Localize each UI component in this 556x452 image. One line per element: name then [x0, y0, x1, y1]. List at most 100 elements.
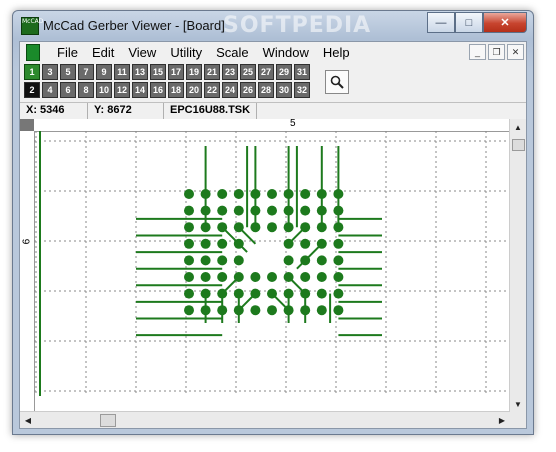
mdi-close-button[interactable]: ✕	[507, 44, 524, 60]
menu-help[interactable]: Help	[316, 45, 357, 60]
pcb-pad	[300, 305, 311, 316]
menu-items: File Edit View Utility Scale Window Help	[50, 45, 357, 60]
pcb-pad	[333, 238, 344, 249]
layer-button-11[interactable]: 11	[114, 64, 130, 80]
layer-button-14[interactable]: 14	[132, 82, 148, 98]
layer-button-29[interactable]: 29	[276, 64, 292, 80]
layer-button-2[interactable]: 2	[24, 82, 40, 98]
layer-button-28[interactable]: 28	[258, 82, 274, 98]
layer-button-4[interactable]: 4	[42, 82, 58, 98]
layer-button-5[interactable]: 5	[60, 64, 76, 80]
pcb-pad	[233, 222, 244, 233]
layer-buttons: 1 3 5 7 9 11 13 15 17 19 21 23 25 27 29 31 2 4 6 8 10 12 14 16 1…	[24, 64, 310, 98]
pcb-pad	[217, 255, 228, 266]
layer-button-6[interactable]: 6	[60, 82, 76, 98]
horizontal-scroll-thumb[interactable]	[100, 414, 116, 427]
layer-button-3[interactable]: 3	[42, 64, 58, 80]
layer-button-31[interactable]: 31	[294, 64, 310, 80]
layer-button-26[interactable]: 26	[240, 82, 256, 98]
trace	[296, 243, 323, 270]
caption-buttons: — □ ✕	[427, 12, 527, 33]
menu-scale[interactable]: Scale	[209, 45, 256, 60]
menu-utility[interactable]: Utility	[163, 45, 209, 60]
layer-button-10[interactable]: 10	[96, 82, 112, 98]
pcb-pad	[200, 288, 211, 299]
layer-button-22[interactable]: 22	[204, 82, 220, 98]
maximize-button[interactable]: □	[455, 12, 483, 33]
size-grip	[510, 412, 526, 428]
pcb-pad	[233, 255, 244, 266]
mdi-restore-button[interactable]: ❐	[488, 44, 505, 60]
pcb-pad	[333, 272, 344, 282]
pcb-pad	[267, 205, 277, 216]
pcb-pad	[200, 272, 211, 282]
pcb-pad	[316, 272, 327, 282]
horizontal-scrollbar[interactable]: ◀ ▶	[20, 411, 510, 428]
layer-button-7[interactable]: 7	[78, 64, 94, 80]
layer-button-30[interactable]: 30	[276, 82, 292, 98]
layer-button-13[interactable]: 13	[132, 64, 148, 80]
layer-button-23[interactable]: 23	[222, 64, 238, 80]
layer-button-15[interactable]: 15	[150, 64, 166, 80]
minimize-button[interactable]: —	[427, 12, 455, 33]
pcb-pad	[184, 222, 194, 233]
menu-edit[interactable]: Edit	[85, 45, 121, 60]
pcb-pad	[200, 189, 211, 199]
layer-button-20[interactable]: 20	[186, 82, 202, 98]
pcb-pad	[250, 205, 261, 216]
layer-button-21[interactable]: 21	[204, 64, 220, 80]
pcb-pad	[283, 255, 294, 266]
y-coordinate: Y: 8672	[88, 103, 164, 119]
pcb-pad	[267, 272, 277, 282]
scroll-up-arrow-icon[interactable]: ▲	[510, 119, 526, 135]
layer-toolbar: 1 3 5 7 9 11 13 15 17 19 21 23 25 27 29 31 2 4 6 8 10 12 14 16 1…	[20, 62, 526, 102]
pcb-pad	[217, 305, 228, 316]
pcb-pad	[233, 189, 244, 199]
layer-button-32[interactable]: 32	[294, 82, 310, 98]
scroll-left-arrow-icon[interactable]: ◀	[20, 412, 36, 428]
x-coordinate: X: 5346	[20, 103, 88, 119]
vertical-scrollbar[interactable]: ▲ ▼	[509, 119, 526, 412]
pcb-pad	[283, 305, 294, 316]
menu-file[interactable]: File	[50, 45, 85, 60]
app-icon: McCAD	[21, 17, 43, 35]
layer-button-1[interactable]: 1	[24, 64, 40, 80]
pcb-pad	[250, 272, 261, 282]
layer-button-19[interactable]: 19	[186, 64, 202, 80]
menu-window[interactable]: Window	[256, 45, 316, 60]
pcb-pad	[267, 189, 277, 199]
close-button[interactable]: ✕	[483, 12, 527, 33]
pcb-pad	[217, 189, 228, 199]
vertical-scroll-thumb[interactable]	[512, 139, 525, 151]
layer-button-9[interactable]: 9	[96, 64, 112, 80]
document-icon[interactable]	[26, 44, 40, 61]
layer-button-18[interactable]: 18	[168, 82, 184, 98]
menu-view[interactable]: View	[121, 45, 163, 60]
layer-button-12[interactable]: 12	[114, 82, 130, 98]
window-title: McCad Gerber Viewer - [Board]	[43, 18, 225, 33]
zoom-button[interactable]	[325, 70, 349, 94]
scroll-down-arrow-icon[interactable]: ▼	[510, 396, 526, 412]
pcb-pad	[333, 305, 344, 316]
pcb-view[interactable]	[34, 131, 510, 412]
layer-button-27[interactable]: 27	[258, 64, 274, 80]
layer-button-25[interactable]: 25	[240, 64, 256, 80]
layer-button-17[interactable]: 17	[168, 64, 184, 80]
pcb-pad	[200, 222, 211, 233]
pcb-pad	[200, 305, 211, 316]
layer-button-24[interactable]: 24	[222, 82, 238, 98]
layer-button-8[interactable]: 8	[78, 82, 94, 98]
pcb-pad	[200, 255, 211, 266]
title-bar[interactable]: McCAD McCad Gerber Viewer - [Board] SOFT…	[13, 11, 533, 39]
layer-button-16[interactable]: 16	[150, 82, 166, 98]
pcb-pad	[283, 288, 294, 299]
pcb-pad	[316, 238, 327, 249]
mdi-minimize-button[interactable]: _	[469, 44, 486, 60]
magnifier-icon	[330, 75, 344, 89]
scroll-right-arrow-icon[interactable]: ▶	[494, 412, 510, 428]
pcb-pad	[217, 272, 228, 282]
pcb-pad	[283, 205, 294, 216]
pcb-pad	[200, 238, 211, 249]
board-canvas[interactable]: 5 9 ▲ ▼ ◀ ▶	[19, 118, 526, 428]
ruler-top-label: 5	[290, 118, 296, 129]
